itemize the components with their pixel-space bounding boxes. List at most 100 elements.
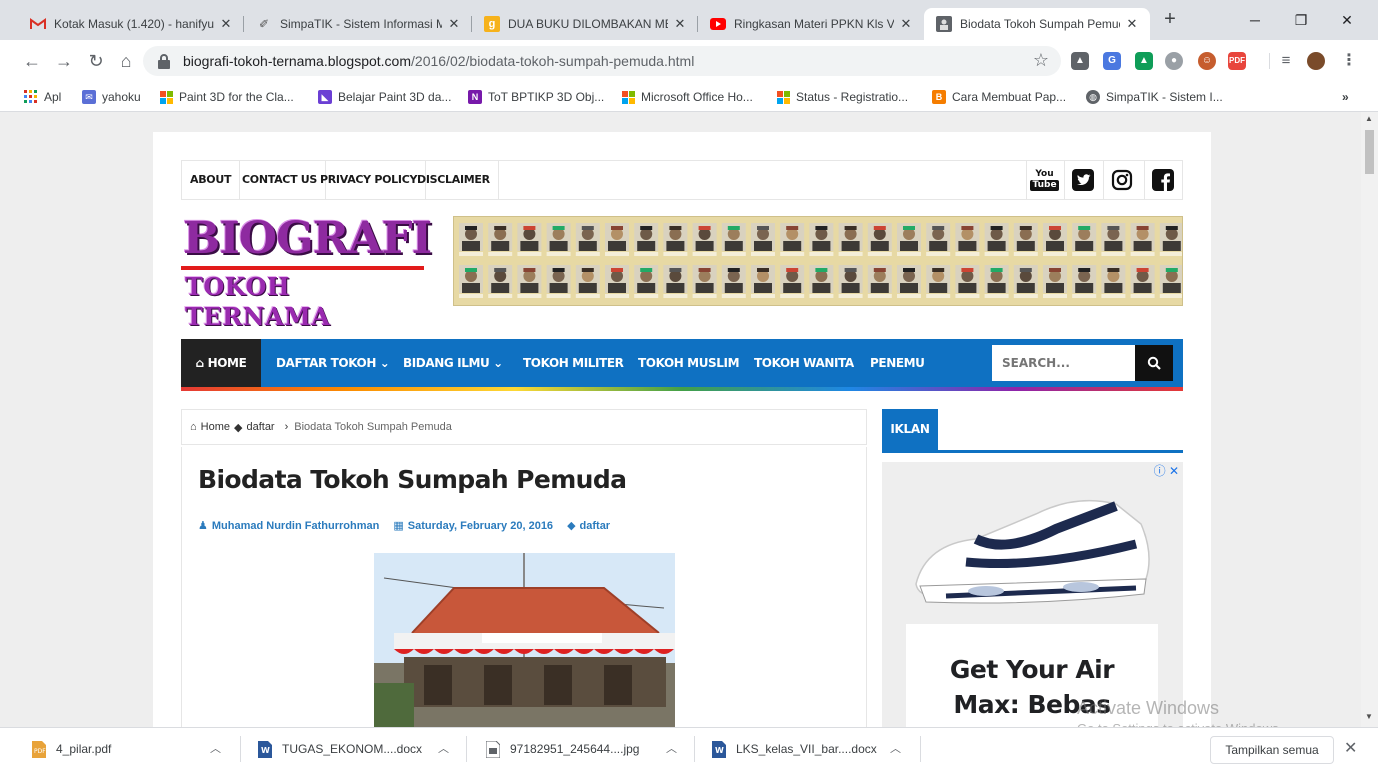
avatar-extension-icon[interactable]: ☺ (1198, 52, 1216, 70)
youtube-icon[interactable]: You Tube (1026, 161, 1062, 199)
nav-tokoh-muslim[interactable]: TOKOH MUSLIM (638, 339, 740, 387)
home-button[interactable]: ⌂ (112, 47, 140, 75)
nav-penemu[interactable]: PENEMU (870, 339, 925, 387)
nav-bidang-ilmu[interactable]: BIDANG ILMU ⌄ (403, 339, 503, 387)
chevron-up-icon[interactable]: ︿ (210, 740, 221, 756)
chevron-up-icon[interactable]: ︿ (438, 740, 449, 756)
close-window-button[interactable]: ✕ (1324, 0, 1370, 40)
menu-about[interactable]: ABOUT (182, 161, 241, 199)
close-icon[interactable]: ✕ (898, 16, 914, 32)
download-item[interactable]: 97182951_245644....jpg ︿ (485, 728, 677, 769)
microsoft-icon (622, 90, 635, 104)
chevron-up-icon[interactable]: ︿ (666, 740, 677, 756)
download-item[interactable]: W TUGAS_EKONOM....docx ︿ (258, 728, 449, 769)
close-icon[interactable]: ✕ (1344, 738, 1357, 758)
downloads-shelf: PDF 4_pilar.pdf ︿ W TUGAS_EKONOM....docx… (0, 727, 1378, 769)
search-input[interactable] (992, 345, 1135, 381)
post-author[interactable]: Muhamad Nurdin Fathurrohman (212, 520, 379, 532)
chevron-down-icon: ⌄ (376, 356, 390, 370)
download-item[interactable]: PDF 4_pilar.pdf ︿ (32, 728, 221, 769)
tab-biodata-active[interactable]: Biodata Tokoh Sumpah Pemuda ✕ (924, 8, 1150, 40)
page-scrollbar[interactable]: ▲ ▼ (1361, 112, 1378, 727)
bookmark-apl[interactable]: Apl (24, 88, 61, 106)
menu-kebab-icon[interactable]: ⋮ (1340, 52, 1358, 70)
address-bar[interactable]: biografi-tokoh-ternama.blogspot.com/2016… (143, 46, 1061, 76)
download-divider (920, 736, 921, 762)
portrait (955, 265, 980, 298)
pdf-extension-icon[interactable]: PDF (1228, 52, 1246, 70)
bookmark-yahoku[interactable]: ✉ yahoku (82, 88, 141, 106)
youtube-icon (710, 16, 726, 32)
ad-headline-line1: Get Your Air (949, 655, 1115, 684)
post-date[interactable]: Saturday, February 20, 2016 (408, 520, 553, 532)
adchoices-icon[interactable]: ⓘ ✕ (1154, 462, 1179, 479)
restore-button[interactable]: ❐ (1278, 0, 1324, 40)
close-icon[interactable]: ✕ (446, 16, 462, 32)
forward-button[interactable]: → (50, 47, 78, 75)
menu-disclaimer[interactable]: DISCLAIMER (409, 161, 499, 199)
simpatik-icon: ✐ (258, 17, 270, 31)
bookmark-cara-membuat[interactable]: B Cara Membuat Pap... (932, 88, 1066, 106)
close-icon[interactable]: ✕ (672, 16, 688, 32)
g-icon: g (484, 16, 500, 32)
scroll-down-arrow-icon[interactable]: ▼ (1365, 712, 1373, 721)
chevron-up-icon[interactable]: ︿ (890, 740, 901, 756)
ad-card[interactable]: Get Your Air Max: Bebas (906, 624, 1158, 727)
scrollbar-thumb[interactable] (1365, 130, 1374, 174)
scroll-up-arrow-icon[interactable]: ▲ (1365, 114, 1373, 123)
chat-extension-icon[interactable]: ● (1165, 52, 1183, 70)
advertisement[interactable]: ⓘ ✕ Get Your Air Max: Bebas (882, 462, 1183, 727)
search-button[interactable] (1135, 345, 1173, 381)
site-logo[interactable]: BIOGRAFI TOKOH TERNAMA (181, 214, 432, 331)
url-host: biografi-tokoh-ternama.blogspot.com (183, 53, 412, 69)
bookmark-belajar-paint3d[interactable]: ◣ Belajar Paint 3D da... (318, 88, 451, 106)
nav-tokoh-wanita[interactable]: TOKOH WANITA (754, 339, 854, 387)
portrait (721, 223, 746, 256)
portrait (488, 223, 513, 256)
twitter-icon[interactable] (1064, 161, 1100, 199)
portrait (1101, 265, 1126, 298)
tab-buku[interactable]: g DUA BUKU DILOMBAKAN MED ✕ (472, 8, 698, 40)
minimize-button[interactable]: ─ (1232, 0, 1278, 40)
bookmark-paint3d-class[interactable]: Paint 3D for the Cla... (160, 88, 294, 106)
calendar-icon: ▦ (393, 520, 404, 532)
new-tab-button[interactable]: + (1158, 8, 1182, 32)
bookmark-tot-bptikp[interactable]: N ToT BPTIKP 3D Obj... (468, 88, 604, 106)
tab-ringkasan[interactable]: Ringkasan Materi PPKN Kls VII ✕ (698, 8, 924, 40)
breadcrumb-home[interactable]: Home (201, 421, 230, 433)
download-item[interactable]: W LKS_kelas_VII_bar....docx ︿ (712, 728, 901, 769)
reload-button[interactable]: ↻ (82, 47, 110, 75)
bookmark-status-registration[interactable]: Status - Registratio... (777, 88, 908, 106)
download-filename: LKS_kelas_VII_bar....docx (736, 742, 877, 756)
svg-text:W: W (261, 746, 270, 755)
tab-simpatik[interactable]: ✐ SimpaTIK - Sistem Informasi M ✕ (244, 8, 472, 40)
portrait (780, 265, 805, 298)
close-icon[interactable]: ✕ (218, 16, 234, 32)
extension-icon[interactable]: ▲ (1071, 52, 1089, 70)
portrait (605, 265, 629, 298)
post-label[interactable]: daftar (580, 520, 611, 532)
tab-gmail[interactable]: Kotak Masuk (1.420) - hanifyus ✕ (18, 8, 244, 40)
instagram-icon[interactable] (1103, 161, 1139, 199)
bookmark-ms-office[interactable]: Microsoft Office Ho... (622, 88, 753, 106)
facebook-icon[interactable] (1144, 161, 1180, 199)
close-icon[interactable]: ✕ (1124, 16, 1140, 32)
nav-daftar-tokoh[interactable]: DAFTAR TOKOH ⌄ (276, 339, 390, 387)
page-viewport[interactable]: ABOUT CONTACT US PRIVACY POLICY DISCLAIM… (0, 112, 1361, 727)
bookmark-simpatik[interactable]: ◍ SimpaTIK - Sistem I... (1086, 88, 1223, 106)
profile-avatar[interactable] (1307, 52, 1325, 70)
blogger-icon: B (932, 90, 946, 104)
back-button[interactable]: ← (18, 47, 46, 75)
nav-home[interactable]: ⌂ HOME (181, 339, 261, 387)
url-text: biografi-tokoh-ternama.blogspot.com/2016… (183, 53, 694, 69)
nav-tokoh-militer[interactable]: TOKOH MILITER (523, 339, 624, 387)
bookmark-star-icon[interactable]: ☆ (1033, 50, 1049, 71)
bookmarks-overflow[interactable]: » (1342, 88, 1349, 106)
media-control-icon[interactable]: ≡ (1277, 52, 1295, 70)
drive-icon[interactable]: ▲ (1135, 52, 1153, 70)
show-all-downloads-button[interactable]: Tampilkan semua (1210, 736, 1334, 764)
translate-icon[interactable]: G (1103, 52, 1121, 70)
breadcrumb-label[interactable]: daftar (246, 421, 274, 433)
portrait (546, 223, 571, 256)
portrait (780, 223, 805, 256)
